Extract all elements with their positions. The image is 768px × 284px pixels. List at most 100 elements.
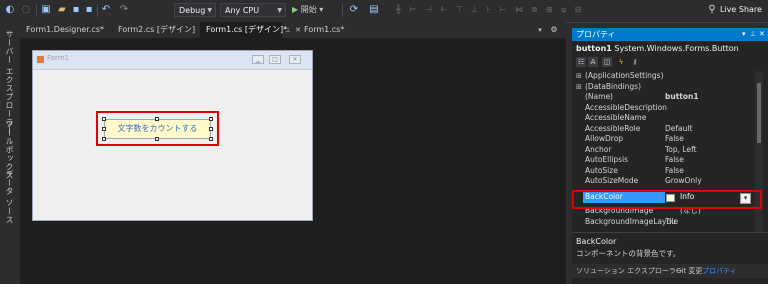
property-row[interactable]: AccessibleDescription xyxy=(572,103,755,114)
property-value[interactable]: Default xyxy=(665,124,692,135)
property-value[interactable]: Top, Left xyxy=(665,145,697,156)
property-row[interactable]: AllowDrop False xyxy=(572,134,755,145)
property-value[interactable]: button1 xyxy=(665,92,699,103)
property-name: AutoSizeMode xyxy=(585,176,639,185)
redo-icon[interactable]: ↷ xyxy=(118,4,130,16)
property-row[interactable]: AccessibleRole Default xyxy=(572,124,755,135)
toolbar: ◐ ◌ ▣ ▰ ▪ ▪ ↶ ↷ Debug ▼ Any CPU ▼ ▶ 開始 ▾ ⟳… xyxy=(0,0,768,23)
gear-icon[interactable]: ⚙ xyxy=(548,24,560,36)
property-value[interactable]: False xyxy=(665,134,684,145)
open-folder-icon[interactable]: ▰ xyxy=(56,4,68,16)
property-name: AccessibleRole xyxy=(585,123,641,133)
resize-handle[interactable] xyxy=(209,117,213,121)
color-swatch xyxy=(666,194,675,202)
expand-icon[interactable]: ⊞ xyxy=(576,71,582,82)
property-row[interactable]: ⊞ (DataBindings) xyxy=(572,82,755,93)
resize-handle[interactable] xyxy=(102,127,106,131)
property-row[interactable]: AutoEllipsis False xyxy=(572,155,755,166)
resize-handle[interactable] xyxy=(209,137,213,141)
tab-form1-design[interactable]: Form1.cs [デザイン]* xyxy=(200,22,287,38)
resize-handle[interactable] xyxy=(155,137,159,141)
count-characters-button[interactable]: 文字数をカウントする xyxy=(104,119,211,139)
properties-panel: プロパティ ▾ ⊥ ✕ button1 System.Windows.Forms… xyxy=(572,28,768,284)
tab-properties[interactable]: プロパティ xyxy=(702,264,737,278)
property-row[interactable]: AccessibleName xyxy=(572,113,755,124)
chevron-down-icon: ▾ xyxy=(743,194,748,202)
events-icon[interactable]: ϟ xyxy=(616,57,626,67)
description-title: BackColor xyxy=(576,237,617,246)
forward-icon[interactable]: ◌ xyxy=(20,4,32,16)
chevron-down-icon[interactable]: ▾ xyxy=(534,24,546,36)
save-icon[interactable]: ▪ xyxy=(70,4,82,16)
tab-solution-explorer[interactable]: ソリューション エクスプローラー xyxy=(576,264,683,278)
properties-icon[interactable]: ◫ xyxy=(602,57,612,67)
object-name: button1 xyxy=(576,44,612,53)
bottom-tabs: ソリューション エクスプローラー Git 変更 プロパティ xyxy=(572,264,768,278)
form-app-icon xyxy=(37,56,44,63)
data-sources-tab[interactable]: データ ソース xyxy=(4,170,15,224)
object-selector[interactable]: button1 System.Windows.Forms.Button xyxy=(574,42,768,55)
property-row[interactable]: AutoSizeMode GrowOnly xyxy=(572,176,755,187)
platform-dropdown[interactable]: Any CPU ▼ xyxy=(220,3,286,17)
tab-label: Form1.cs [デザイン]* xyxy=(206,25,288,34)
configuration-dropdown[interactable]: Debug ▼ xyxy=(174,3,216,17)
resize-handle[interactable] xyxy=(155,117,159,121)
chevron-down-icon: ▼ xyxy=(207,7,212,14)
property-pages-icon[interactable]: ⚷ xyxy=(630,57,640,67)
minimize-icon[interactable]: ▁ xyxy=(252,55,264,64)
description-box: BackColor コンポーネントの背景色です。 xyxy=(572,232,768,263)
dropdown-button[interactable]: ▾ xyxy=(740,193,751,204)
property-name: BackgroundImageLayou xyxy=(585,216,676,226)
tab-git-changes[interactable]: Git 変更 xyxy=(676,264,702,278)
platform-value: Any CPU xyxy=(225,6,260,15)
undo-icon[interactable]: ↶ xyxy=(100,4,112,16)
property-value[interactable]: False xyxy=(665,155,684,166)
property-row[interactable]: BackgroundImageLayou Tile xyxy=(572,217,755,228)
property-name: AllowDrop xyxy=(585,134,624,143)
start-label: 開始 xyxy=(300,5,317,14)
close-icon[interactable]: ✕ xyxy=(289,55,301,64)
maximize-icon[interactable]: □ xyxy=(269,55,281,64)
resize-handle[interactable] xyxy=(209,127,213,131)
back-icon[interactable]: ◐ xyxy=(4,4,16,16)
property-value[interactable]: GrowOnly xyxy=(665,176,702,187)
resize-handle[interactable] xyxy=(102,117,106,121)
alphabetical-icon[interactable]: A xyxy=(588,57,598,67)
resize-handle[interactable] xyxy=(102,137,106,141)
property-row[interactable]: (Name) button1 xyxy=(572,92,755,103)
property-row[interactable]: Anchor Top, Left xyxy=(572,145,755,156)
new-project-icon[interactable]: ▣ xyxy=(40,4,52,16)
alignment-icons: ╫ ⊨ ⊣ ⊩ ⊤ ⊥ ⊦ ⊢ ⋈ ⧉ ⊞ ⧈ ⊟ xyxy=(396,5,585,14)
description-text: コンポーネントの背景色です。 xyxy=(576,249,681,258)
properties-header: プロパティ ▾ ⊥ ✕ xyxy=(572,28,768,41)
live-share-button[interactable]: Live Share xyxy=(720,3,762,17)
close-icon[interactable]: ✕ xyxy=(759,28,765,41)
form-titlebar: Form1 ▁ □ ✕ xyxy=(33,51,312,70)
property-name: Anchor xyxy=(585,144,612,154)
hot-reload-icon[interactable]: ⟳ xyxy=(348,4,360,16)
property-name: AutoSize xyxy=(585,165,618,175)
button-label: 文字数をカウントする xyxy=(117,124,198,133)
chevron-down-icon[interactable]: ▾ xyxy=(742,28,746,41)
property-row[interactable]: ⊞ (ApplicationSettings) xyxy=(572,71,755,82)
save-all-icon[interactable]: ▪ xyxy=(83,4,95,16)
left-tool-strip: サーバー エクスプローラー ツールボックス データ ソース xyxy=(0,22,20,284)
property-value[interactable]: Tile xyxy=(665,217,678,228)
expand-icon[interactable]: ⊞ xyxy=(576,82,582,93)
property-row[interactable]: AutoSize False xyxy=(572,166,755,177)
pin-icon[interactable]: ⊥ xyxy=(750,28,756,41)
scrollbar-thumb[interactable] xyxy=(757,83,761,143)
separator xyxy=(97,4,98,17)
tab-form2-design[interactable]: Form2.cs [デザイン] xyxy=(112,22,201,38)
property-name: (ApplicationSettings) xyxy=(585,71,664,80)
tab-form1-designer-cs[interactable]: Form1.Designer.cs* xyxy=(20,22,110,38)
window-layout-icon[interactable]: ▤ xyxy=(368,4,380,16)
separator xyxy=(36,4,37,17)
property-value[interactable]: False xyxy=(665,166,684,177)
categorized-icon[interactable]: ☷ xyxy=(576,57,586,67)
tab-form1-cs[interactable]: Form1.cs* xyxy=(298,22,350,38)
configuration-value: Debug xyxy=(179,6,206,15)
start-button[interactable]: ▶ 開始 ▾ xyxy=(292,3,323,17)
live-share-icon[interactable]: ⚲ xyxy=(706,4,718,16)
play-icon: ▶ xyxy=(292,5,301,14)
